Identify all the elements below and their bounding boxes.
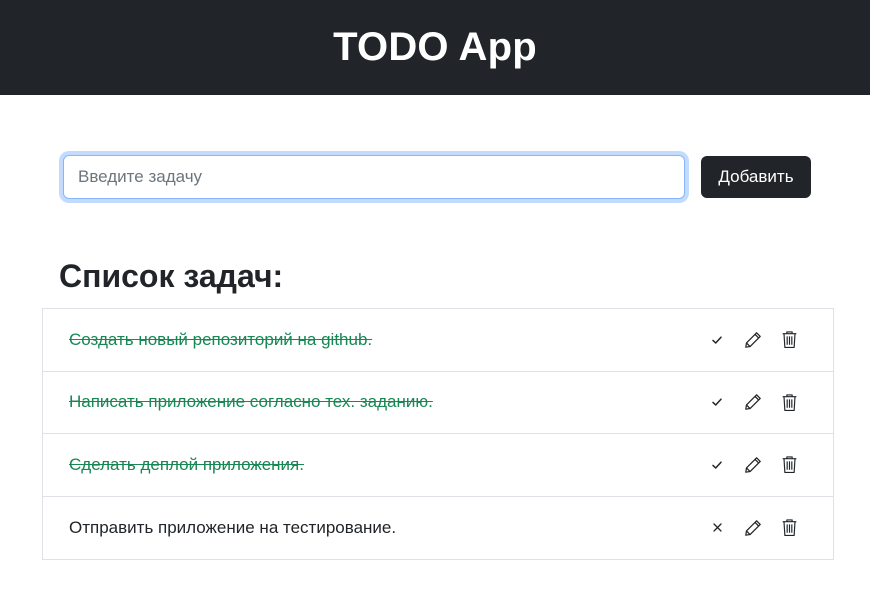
pencil-icon[interactable]	[743, 391, 763, 413]
pencil-icon[interactable]	[743, 454, 763, 476]
task-text: Сделать деплой приложения.	[69, 454, 304, 474]
add-task-button[interactable]: Добавить	[701, 156, 811, 198]
app-title: TODO App	[333, 25, 537, 69]
pencil-icon[interactable]	[743, 329, 763, 351]
close-icon[interactable]	[707, 517, 727, 539]
task-text: Отправить приложение на тестирование.	[69, 517, 397, 537]
task-list: Создать новый репозиторий на github. Нап…	[42, 308, 834, 560]
task-text: Создать новый репозиторий на github.	[69, 329, 373, 349]
check-icon[interactable]	[707, 329, 727, 351]
task-input[interactable]	[63, 155, 685, 199]
task-actions	[707, 372, 799, 434]
task-item: Написать приложение согласно тех. задани…	[43, 372, 833, 434]
task-actions	[707, 434, 799, 496]
task-list-title: Список задач:	[59, 258, 284, 294]
task-item: Сделать деплой приложения.	[43, 434, 833, 497]
check-icon[interactable]	[707, 454, 727, 476]
task-item: Отправить приложение на тестирование.	[43, 497, 833, 560]
trash-icon[interactable]	[779, 517, 799, 539]
task-actions	[707, 497, 799, 560]
check-icon[interactable]	[707, 391, 727, 413]
trash-icon[interactable]	[779, 391, 799, 413]
task-actions	[707, 309, 799, 371]
trash-icon[interactable]	[779, 454, 799, 476]
trash-icon[interactable]	[779, 329, 799, 351]
app-header: TODO App	[0, 0, 870, 95]
pencil-icon[interactable]	[743, 517, 763, 539]
task-text: Написать приложение согласно тех. задани…	[69, 392, 433, 412]
task-item: Создать новый репозиторий на github.	[43, 309, 833, 372]
